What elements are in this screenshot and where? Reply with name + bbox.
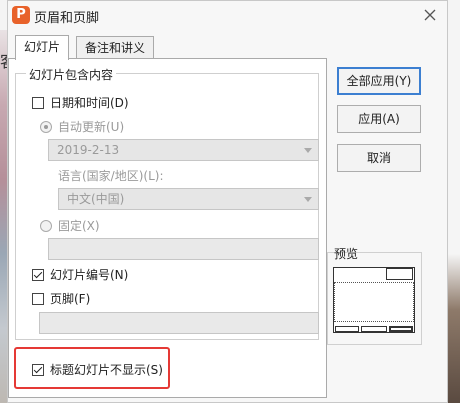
slide-number-option[interactable]: 幻灯片编号(N) — [32, 266, 128, 283]
preview-placeholder-body — [334, 282, 414, 322]
auto-update-label: 自动更新(U) — [58, 120, 125, 134]
apply-all-button[interactable]: 全部应用(Y) — [337, 67, 421, 95]
date-format-select[interactable]: 2019-2-13 — [48, 139, 319, 161]
date-value: 2019-2-13 — [57, 143, 120, 157]
tab-notes-handouts[interactable]: 备注和讲义 — [76, 36, 155, 60]
checkbox-icon[interactable] — [32, 363, 44, 376]
checkbox-icon[interactable] — [32, 292, 44, 305]
cancel-button[interactable]: 取消 — [337, 144, 421, 172]
checkbox-icon[interactable] — [32, 268, 44, 281]
date-time-option[interactable]: 日期和时间(D) — [32, 94, 129, 111]
language-label-text: 语言(国家/地区)(L): — [58, 169, 164, 183]
dropdown-arrow-icon — [304, 197, 312, 202]
checkbox-icon[interactable] — [32, 96, 44, 109]
date-time-label: 日期和时间(D) — [50, 96, 129, 110]
group-title: 幻灯片包含内容 — [26, 66, 117, 83]
preview-placeholder-date — [335, 326, 359, 332]
language-select[interactable]: 中文(中国) — [58, 188, 319, 210]
preview-placeholder-footer — [361, 326, 387, 332]
preview-placeholder-top — [386, 268, 413, 280]
close-icon[interactable] — [421, 6, 439, 24]
radio-icon[interactable] — [40, 120, 52, 133]
dialog-title: 页眉和页脚 — [34, 11, 100, 26]
apply-button[interactable]: 应用(A) — [337, 105, 421, 133]
preview-label: 预览 — [334, 247, 359, 261]
fixed-date-input[interactable] — [48, 238, 319, 260]
slide-number-label: 幻灯片编号(N) — [50, 268, 129, 282]
background-image-strip-right — [448, 30, 460, 403]
hide-on-title-option[interactable]: 标题幻灯片不显示(S) — [32, 361, 163, 378]
language-label: 语言(国家/地区)(L): — [58, 167, 164, 184]
fixed-option[interactable]: 固定(X) — [40, 217, 100, 234]
footer-label: 页脚(F) — [50, 292, 91, 306]
preview-placeholder-number — [389, 326, 413, 332]
language-value: 中文(中国) — [67, 192, 125, 206]
tab-slides[interactable]: 幻灯片 — [15, 35, 70, 60]
footer-text-input[interactable] — [39, 312, 319, 334]
footer-option[interactable]: 页脚(F) — [32, 290, 90, 307]
auto-update-option[interactable]: 自动更新(U) — [40, 118, 124, 135]
radio-icon[interactable] — [40, 219, 52, 232]
app-icon: P — [12, 6, 30, 24]
dropdown-arrow-icon — [304, 148, 312, 153]
title-bar[interactable]: P 页眉和页脚 — [8, 1, 447, 29]
fixed-label: 固定(X) — [58, 219, 100, 233]
hide-on-title-label: 标题幻灯片不显示(S) — [50, 363, 163, 377]
